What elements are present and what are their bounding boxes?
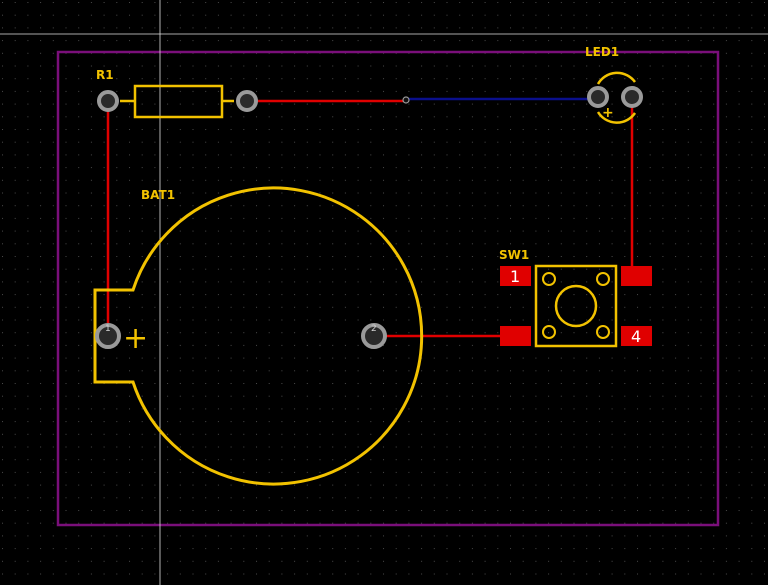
pcb-canvas[interactable]: R1 LED1 + BAT1 + 1 2 SW1 1 4 xyxy=(0,0,768,585)
led1-pad-cathode[interactable] xyxy=(621,86,643,108)
sw1-pad-4-number: 4 xyxy=(631,327,641,346)
led1-reference-label: LED1 xyxy=(585,45,619,59)
r1-pad-2[interactable] xyxy=(236,90,258,112)
bat1-polarity-mark: + xyxy=(123,321,148,356)
sw1-reference-label: SW1 xyxy=(499,248,529,262)
sw1-pad-1-number: 1 xyxy=(510,267,520,286)
bat1-pad-2-number: 2 xyxy=(371,324,377,334)
via[interactable] xyxy=(402,96,410,104)
grid xyxy=(0,0,768,585)
sw1-pad-3[interactable] xyxy=(500,326,531,346)
r1-reference-label: R1 xyxy=(96,68,114,82)
r1-pad-1[interactable] xyxy=(97,90,119,112)
bat1-pad-1-number: 1 xyxy=(105,324,111,334)
led1-polarity-mark: + xyxy=(602,105,614,121)
bat1-reference-label: BAT1 xyxy=(141,188,175,202)
sw1-pad-2[interactable] xyxy=(621,266,652,286)
led1-pad-anode[interactable] xyxy=(587,86,609,108)
